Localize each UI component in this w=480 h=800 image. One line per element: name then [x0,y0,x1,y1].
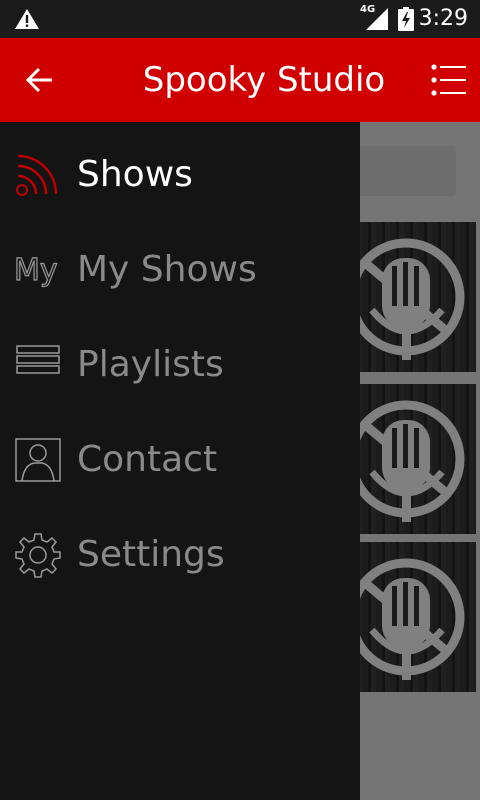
app-bar: Spooky Studio [0,38,480,122]
app-title: Spooky Studio [142,60,386,100]
show-card[interactable] [348,542,476,692]
list-menu-icon[interactable] [430,62,470,98]
navigation-drawer: Shows My My Shows Playlists Contact Sett… [0,122,360,800]
list-lines-icon [16,345,60,374]
drawer-item-my-shows[interactable]: My My Shows [0,221,360,311]
drawer-item-label: Settings [77,534,225,575]
battery-charging-icon [398,7,414,31]
search-bar[interactable] [348,146,456,196]
my-text-icon: My [13,252,58,288]
rss-feed-icon [16,154,58,196]
drawer-item-label: Shows [77,154,193,195]
drawer-item-playlists[interactable]: Playlists [0,316,360,406]
network-type-label: 4G [360,4,376,15]
microphone-logo-icon [348,558,465,680]
drawer-item-label: Contact [77,439,218,480]
contact-person-icon [15,438,61,482]
signal-icon: 4G [360,4,388,32]
show-card[interactable] [348,384,476,534]
show-card[interactable] [348,222,476,372]
gear-icon [15,533,61,578]
status-time: 3:29 [418,6,468,31]
drawer-item-contact[interactable]: Contact [0,411,360,501]
microphone-logo-icon [348,238,465,360]
status-bar: 4G 3:29 [0,0,480,38]
drawer-item-label: My Shows [77,249,257,290]
warning-icon [15,9,39,29]
drawer-item-label: Playlists [77,344,224,385]
microphone-logo-icon [348,400,465,522]
drawer-item-shows[interactable]: Shows [0,126,360,216]
drawer-item-settings[interactable]: Settings [0,506,360,596]
